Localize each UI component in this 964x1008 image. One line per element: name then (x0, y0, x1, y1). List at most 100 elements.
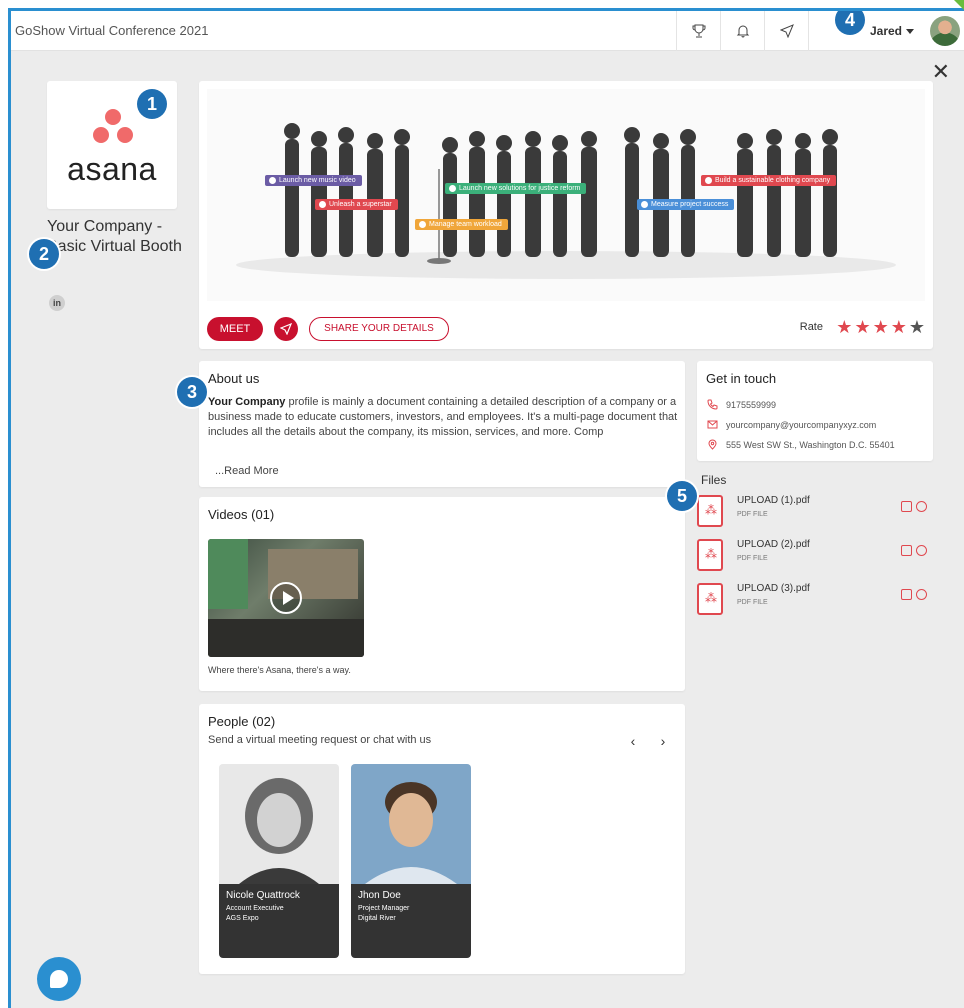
briefcase-add-icon[interactable] (901, 501, 912, 512)
meet-button[interactable]: MEET (207, 317, 263, 341)
company-name: Your Company - Basic Virtual Booth (47, 218, 182, 255)
person-photo (351, 764, 471, 884)
booth-banner-card: Launch new music video Unleash a superst… (199, 81, 933, 349)
file-type: PDF FILE (737, 511, 768, 518)
company-logo-text: asana (67, 151, 157, 187)
star-icon[interactable]: ★ (891, 317, 907, 337)
chevron-down-icon (906, 29, 914, 35)
videos-title: Videos (01) (208, 507, 275, 522)
contact-email[interactable]: yourcompany@yourcompanyxyz.com (707, 419, 876, 430)
chevron-left-icon[interactable]: ‹ (623, 732, 643, 752)
person-company: AGS Expo (226, 915, 259, 922)
chat-icon (50, 970, 68, 988)
trophy-button[interactable] (676, 11, 720, 51)
banner-tag: Manage team workload (415, 219, 508, 230)
person-info: Jhon Doe Project Manager Digital River (351, 884, 471, 958)
contact-phone[interactable]: 9175559999 (707, 399, 776, 410)
chevron-right-icon[interactable]: › (653, 732, 673, 752)
mail-icon (707, 420, 718, 429)
banner-tag: Measure project success (637, 199, 735, 210)
about-lead: Your Company (208, 396, 286, 408)
check-icon (449, 185, 456, 192)
check-icon (419, 221, 426, 228)
about-text: Your Company profile is mainly a documen… (208, 395, 678, 440)
person-card[interactable]: Jhon Doe Project Manager Digital River (351, 764, 471, 958)
read-more-link[interactable]: ...Read More (215, 465, 279, 477)
person-name: Jhon Doe (358, 890, 401, 901)
video-thumbnail[interactable] (208, 539, 364, 657)
annotation-marker: 3 (177, 377, 207, 407)
pdf-file-icon (697, 495, 723, 527)
rate-label: Rate (799, 321, 823, 333)
file-type: PDF FILE (737, 599, 768, 606)
banner-image: Launch new music video Unleash a superst… (207, 89, 925, 301)
corner-decoration (954, 0, 964, 10)
download-icon[interactable] (916, 501, 927, 512)
file-name: UPLOAD (1).pdf (737, 495, 810, 506)
check-icon (319, 201, 326, 208)
send-message-button[interactable] (274, 317, 298, 341)
person-info: Nicole Quattrock Account Executive AGS E… (219, 884, 339, 958)
file-item[interactable]: UPLOAD (3).pdf PDF FILE (697, 583, 933, 617)
pdf-file-icon (697, 539, 723, 571)
app-frame: GoShow Virtual Conference 2021 Jared ✕ a… (8, 8, 964, 1008)
annotation-marker: 2 (29, 239, 59, 269)
files-title: Files (701, 473, 727, 487)
person-role: Project Manager (358, 905, 410, 912)
person-card[interactable]: Nicole Quattrock Account Executive AGS E… (219, 764, 339, 958)
file-item[interactable]: UPLOAD (2).pdf PDF FILE (697, 539, 933, 573)
notifications-button[interactable] (720, 11, 764, 51)
people-title: People (02) (208, 714, 276, 729)
phone-icon (707, 399, 718, 410)
send-icon (280, 323, 292, 335)
banner-tag: Launch new music video (265, 175, 362, 186)
share-details-button[interactable]: SHARE YOUR DETAILS (309, 317, 449, 341)
top-bar: GoShow Virtual Conference 2021 Jared (11, 11, 964, 51)
about-card: About us Your Company profile is mainly … (199, 361, 685, 487)
person-company: Digital River (358, 915, 396, 922)
briefcase-add-icon[interactable] (901, 545, 912, 556)
banner-people-illustration (236, 123, 896, 279)
file-type: PDF FILE (737, 555, 768, 562)
trophy-icon (692, 24, 705, 38)
location-pin-icon (708, 439, 717, 450)
user-name: Jared (869, 24, 902, 38)
play-icon[interactable] (270, 582, 302, 614)
person-name: Nicole Quattrock (226, 890, 300, 901)
messages-button[interactable] (764, 11, 808, 51)
chat-button[interactable] (37, 957, 81, 1001)
bell-icon (736, 25, 749, 38)
user-menu[interactable]: Jared (870, 24, 914, 38)
about-title: About us (208, 371, 260, 386)
people-card: People (02) Send a virtual meeting reque… (199, 704, 685, 974)
star-icon[interactable]: ★ (854, 317, 870, 337)
banner-tag: Unleash a superstar (315, 199, 398, 210)
pdf-file-icon (697, 583, 723, 615)
rating-stars[interactable]: ★ ★ ★ ★ ★ (836, 317, 925, 337)
banner-tag: Launch new solutions for justice reform (445, 183, 587, 194)
person-role: Account Executive (226, 905, 284, 912)
download-icon[interactable] (916, 589, 927, 600)
close-icon[interactable]: ✕ (932, 61, 950, 83)
file-name: UPLOAD (2).pdf (737, 539, 810, 550)
linkedin-icon[interactable]: in (49, 295, 65, 311)
contact-address: 555 West SW St., Washington D.C. 55401 (707, 439, 895, 450)
check-icon (641, 201, 648, 208)
star-icon[interactable]: ★ (909, 317, 925, 337)
check-icon (269, 177, 276, 184)
asana-logo-icon (85, 109, 141, 149)
star-icon[interactable]: ★ (836, 317, 852, 337)
banner-tag: Build a sustainable clothing company (701, 175, 837, 186)
annotation-marker: 5 (667, 481, 697, 511)
file-item[interactable]: UPLOAD (1).pdf PDF FILE (697, 495, 933, 529)
download-icon[interactable] (916, 545, 927, 556)
videos-card: Videos (01) Where there's Asana, there's… (199, 497, 685, 691)
avatar[interactable] (930, 16, 960, 46)
send-icon (779, 24, 794, 38)
person-photo (219, 764, 339, 884)
people-subtitle: Send a virtual meeting request or chat w… (208, 734, 432, 746)
briefcase-add-icon[interactable] (901, 589, 912, 600)
contact-title: Get in touch (706, 371, 777, 386)
star-icon[interactable]: ★ (873, 317, 889, 337)
annotation-marker: 1 (137, 89, 167, 119)
